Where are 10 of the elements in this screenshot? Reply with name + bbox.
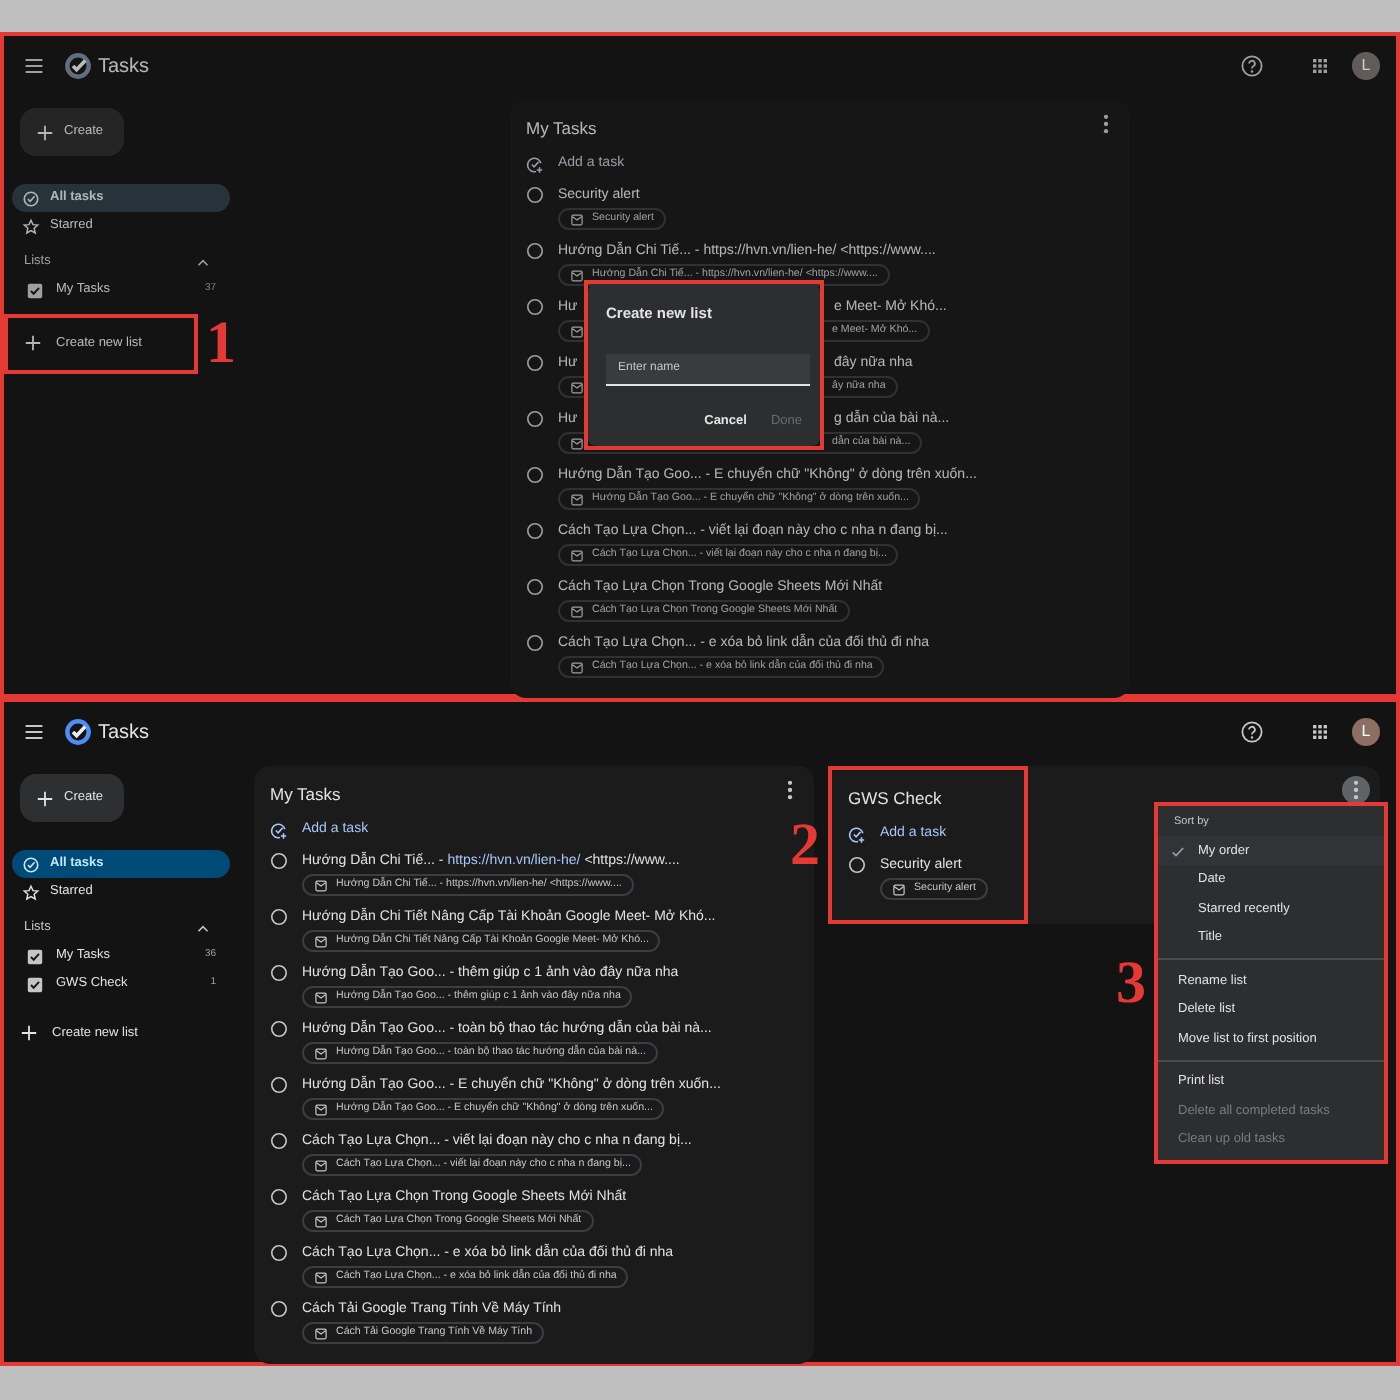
avatar[interactable]: L [1352, 718, 1380, 746]
avatar[interactable]: L [1352, 52, 1380, 80]
list-title: My Tasks [270, 782, 343, 808]
app-title: Tasks [98, 719, 150, 747]
app-title: Tasks [98, 53, 150, 81]
list-title: My Tasks [526, 116, 599, 142]
callout-number: 2 [790, 815, 820, 876]
callout-number: 3 [1116, 953, 1146, 1014]
list-title: GWS Check [848, 786, 944, 812]
callout-number: 1 [206, 313, 236, 374]
